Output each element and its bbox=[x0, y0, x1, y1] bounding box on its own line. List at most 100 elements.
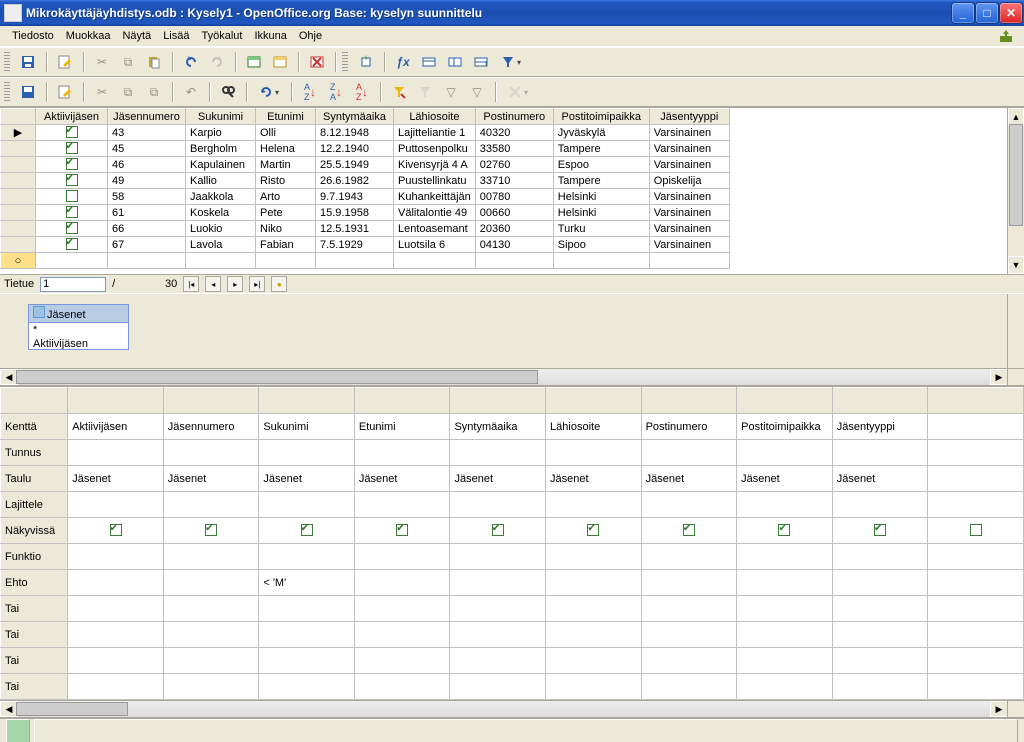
run-query-button[interactable] bbox=[242, 50, 266, 74]
close-button[interactable]: ✕ bbox=[1000, 3, 1022, 23]
col-header[interactable]: Aktiivijäsen bbox=[36, 109, 108, 125]
design-cell-or[interactable] bbox=[928, 622, 1024, 648]
cell-jno[interactable]: 58 bbox=[108, 189, 186, 205]
design-cell-visible[interactable] bbox=[354, 518, 450, 544]
functions-button[interactable]: ƒx bbox=[391, 50, 415, 74]
cell-lahiosoite[interactable]: Kuhankeittäjän bbox=[394, 189, 476, 205]
design-cell-table[interactable]: Jäsenet bbox=[354, 466, 450, 492]
table-row[interactable]: 46KapulainenMartin25.5.1949Kivensyrjä 4 … bbox=[1, 157, 730, 173]
cell-jasentyyppi[interactable]: Varsinainen bbox=[649, 141, 729, 157]
cell-jno[interactable]: 66 bbox=[108, 221, 186, 237]
design-cell-or[interactable] bbox=[928, 596, 1024, 622]
design-row-label[interactable]: Funktio bbox=[1, 544, 68, 570]
design-cell-table[interactable]: Jäsenet bbox=[68, 466, 164, 492]
design-cell-or[interactable] bbox=[163, 596, 259, 622]
design-cell-alias[interactable] bbox=[68, 440, 164, 466]
cell-postinumero[interactable]: 40320 bbox=[475, 125, 553, 141]
checkbox-icon[interactable] bbox=[110, 524, 122, 536]
design-cell-sort[interactable] bbox=[832, 492, 928, 518]
design-cell-alias[interactable] bbox=[832, 440, 928, 466]
menu-window[interactable]: Ikkuna bbox=[248, 28, 292, 44]
cell-active[interactable] bbox=[36, 157, 108, 173]
menu-file[interactable]: Tiedosto bbox=[6, 28, 60, 44]
design-cell-function[interactable] bbox=[641, 544, 737, 570]
table-row[interactable]: 66LuokioNiko12.5.1931Lentoasemant20360Tu… bbox=[1, 221, 730, 237]
design-cell-field[interactable]: Sukunimi bbox=[259, 414, 355, 440]
design-row-label[interactable]: Kenttä bbox=[1, 414, 68, 440]
design-cell-sort[interactable] bbox=[354, 492, 450, 518]
cell-postinumero[interactable]: 00660 bbox=[475, 205, 553, 221]
select-all-corner[interactable] bbox=[1, 109, 36, 125]
scroll-thumb[interactable] bbox=[16, 370, 538, 384]
design-cell-function[interactable] bbox=[832, 544, 928, 570]
design-cell-or[interactable] bbox=[450, 596, 546, 622]
table-relation-area[interactable]: Jäsenet * Aktiivijäsen bbox=[0, 293, 1024, 368]
design-cell-function[interactable] bbox=[354, 544, 450, 570]
design-cell-table[interactable] bbox=[928, 466, 1024, 492]
row-selector[interactable] bbox=[1, 221, 36, 237]
design-cell-function[interactable] bbox=[163, 544, 259, 570]
design-cell-function[interactable] bbox=[259, 544, 355, 570]
design-col-header[interactable] bbox=[737, 388, 833, 414]
checkbox-icon[interactable] bbox=[205, 524, 217, 536]
cell-jno[interactable]: 61 bbox=[108, 205, 186, 221]
menu-edit[interactable]: Muokkaa bbox=[60, 28, 117, 44]
design-cell-field[interactable]: Aktiivijäsen bbox=[68, 414, 164, 440]
cell-jasentyyppi[interactable]: Varsinainen bbox=[649, 221, 729, 237]
maximize-button[interactable]: □ bbox=[976, 3, 998, 23]
col-header[interactable]: Lähiosoite bbox=[394, 109, 476, 125]
design-row-label[interactable]: Tai bbox=[1, 596, 68, 622]
scroll-thumb[interactable] bbox=[16, 702, 128, 716]
checkbox-icon[interactable] bbox=[66, 190, 78, 202]
design-cell-alias[interactable] bbox=[163, 440, 259, 466]
cell-syntymaaika[interactable]: 12.5.1931 bbox=[316, 221, 394, 237]
cell-jno[interactable]: 67 bbox=[108, 237, 186, 253]
design-cell-or[interactable] bbox=[68, 622, 164, 648]
design-cell-sort[interactable] bbox=[641, 492, 737, 518]
cell-syntymaaika[interactable]: 7.5.1929 bbox=[316, 237, 394, 253]
design-cell-field[interactable] bbox=[928, 414, 1024, 440]
row-selector[interactable] bbox=[1, 237, 36, 253]
design-cell-field[interactable]: Syntymäaika bbox=[450, 414, 546, 440]
design-cell-criteria[interactable] bbox=[450, 570, 546, 596]
cell-postitoimipaikka[interactable]: Jyväskylä bbox=[553, 125, 649, 141]
design-cell-or[interactable] bbox=[546, 648, 642, 674]
design-col-header[interactable] bbox=[259, 388, 355, 414]
design-cell-or[interactable] bbox=[928, 674, 1024, 700]
design-cell-or[interactable] bbox=[259, 622, 355, 648]
cell-postinumero[interactable]: 33710 bbox=[475, 173, 553, 189]
cell-sukunimi[interactable]: Jaakkola bbox=[186, 189, 256, 205]
row-selector[interactable] bbox=[1, 205, 36, 221]
design-row-label[interactable]: Tai bbox=[1, 622, 68, 648]
checkbox-icon[interactable] bbox=[66, 238, 78, 250]
cell-sukunimi[interactable]: Bergholm bbox=[186, 141, 256, 157]
design-cell-visible[interactable] bbox=[928, 518, 1024, 544]
cell-lahiosoite[interactable]: Luotsila 6 bbox=[394, 237, 476, 253]
design-cell-sort[interactable] bbox=[546, 492, 642, 518]
design-cell-field[interactable]: Postitoimipaikka bbox=[737, 414, 833, 440]
sql-view-button[interactable] bbox=[305, 50, 329, 74]
col-header[interactable]: Syntymäaika bbox=[316, 109, 394, 125]
cell-etunimi[interactable]: Martin bbox=[256, 157, 316, 173]
relation-vscrollbar[interactable] bbox=[1007, 294, 1024, 368]
menu-insert[interactable]: Lisää bbox=[157, 28, 195, 44]
cell-sukunimi[interactable]: Kallio bbox=[186, 173, 256, 189]
cell-lahiosoite[interactable]: Lajitteliantie 1 bbox=[394, 125, 476, 141]
cell-active[interactable] bbox=[36, 237, 108, 253]
design-cell-visible[interactable] bbox=[737, 518, 833, 544]
design-cell-field[interactable]: Jäsennumero bbox=[163, 414, 259, 440]
find-button[interactable] bbox=[216, 80, 240, 104]
cell-sukunimi[interactable]: Koskela bbox=[186, 205, 256, 221]
design-cell-or[interactable] bbox=[641, 648, 737, 674]
cell-etunimi[interactable]: Helena bbox=[256, 141, 316, 157]
cell-jasentyyppi[interactable]: Varsinainen bbox=[649, 157, 729, 173]
design-cell-field[interactable]: Etunimi bbox=[354, 414, 450, 440]
table-row[interactable]: 58JaakkolaArto9.7.1943Kuhankeittäjän0078… bbox=[1, 189, 730, 205]
cell-jasentyyppi[interactable]: Varsinainen bbox=[649, 237, 729, 253]
design-cell-or[interactable] bbox=[259, 648, 355, 674]
new-record-row[interactable]: ○ bbox=[1, 253, 730, 269]
design-col-header[interactable] bbox=[928, 388, 1024, 414]
design-cell-function[interactable] bbox=[68, 544, 164, 570]
design-cell-criteria[interactable] bbox=[163, 570, 259, 596]
cell-etunimi[interactable]: Arto bbox=[256, 189, 316, 205]
